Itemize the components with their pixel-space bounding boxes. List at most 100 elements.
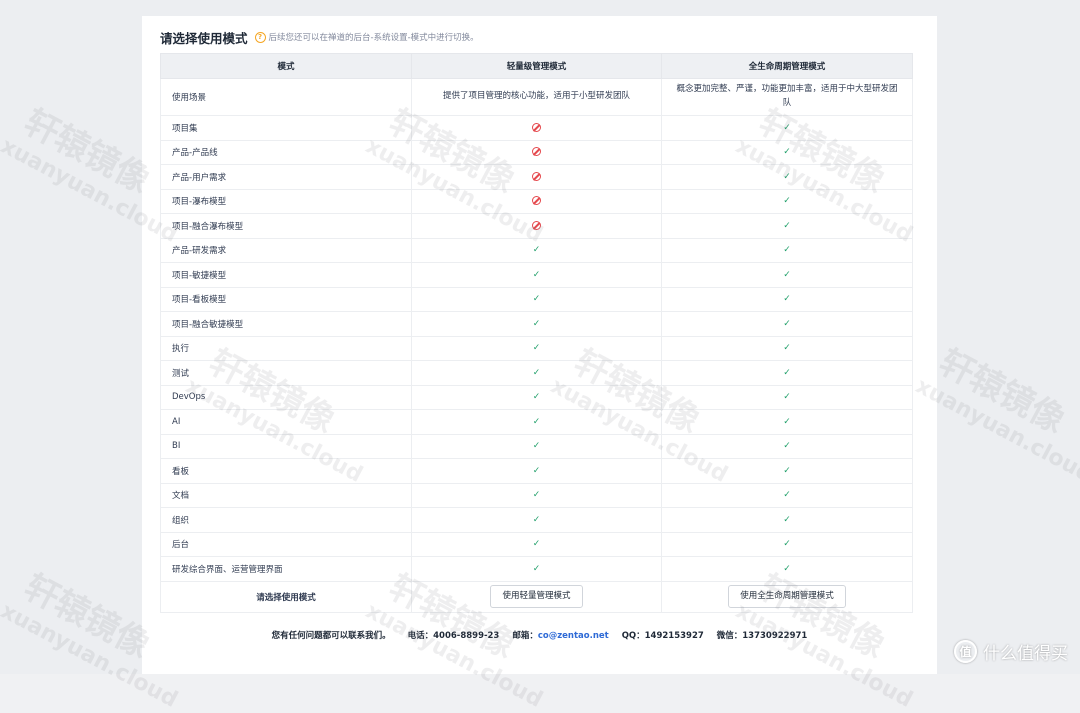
- feature-name: BI: [160, 433, 412, 459]
- light-support-cell: ✓: [411, 311, 662, 337]
- table-row: 产品-产品线 ✓: [160, 139, 913, 165]
- check-icon: ✓: [532, 441, 541, 452]
- table-row: 文档 ✓ ✓: [160, 482, 913, 508]
- check-icon: ✓: [532, 343, 541, 354]
- contact-info: 您有任何问题都可以联系我们。 电话：4006-8899-23 邮箱：co@zen…: [142, 629, 937, 641]
- light-support-cell: ✓: [411, 286, 662, 312]
- check-icon: ✓: [783, 392, 791, 403]
- check-icon: ✓: [532, 490, 541, 501]
- watermark: 轩辕镜像xuanyuan.cloud: [911, 342, 1080, 488]
- check-icon: ✓: [532, 465, 541, 476]
- page-title: 请选择使用模式: [160, 30, 248, 46]
- scene-label: 使用场景: [160, 78, 412, 116]
- table-row: 项目-看板模型 ✓ ✓: [160, 286, 913, 312]
- check-icon: ✓: [532, 294, 541, 305]
- site-logo-text: 什么值得买: [983, 644, 1068, 664]
- check-icon: ✓: [783, 514, 791, 525]
- table-row: 项目-融合瀑布模型 ✓: [160, 213, 913, 239]
- light-support-cell: ✓: [411, 237, 662, 263]
- check-icon: ✓: [783, 147, 791, 158]
- table-row: AI ✓ ✓: [160, 409, 913, 435]
- check-icon: ✓: [532, 367, 541, 378]
- full-support-cell: ✓: [661, 115, 913, 141]
- full-support-cell: ✓: [661, 482, 913, 508]
- feature-name: 产品-产品线: [160, 139, 412, 165]
- light-support-cell: ✓: [411, 507, 662, 533]
- light-support-cell: ✓: [411, 556, 662, 582]
- full-support-cell: ✓: [661, 360, 913, 386]
- feature-name: 产品-研发需求: [160, 237, 412, 263]
- light-support-cell: [411, 188, 662, 214]
- feature-name: AI: [160, 409, 412, 435]
- table-row: 研发综合界面、运营管理界面 ✓ ✓: [160, 556, 913, 582]
- check-icon: ✓: [783, 539, 791, 550]
- feature-name: 文档: [160, 482, 412, 508]
- table-row: 项目-瀑布模型 ✓: [160, 188, 913, 214]
- full-support-cell: ✓: [661, 507, 913, 533]
- check-icon: ✓: [532, 563, 541, 574]
- check-icon: ✓: [532, 416, 541, 427]
- check-icon: ✓: [532, 514, 541, 525]
- not-supported-icon: [532, 147, 541, 157]
- check-icon: ✓: [783, 171, 791, 182]
- full-support-cell: ✓: [661, 409, 913, 435]
- light-support-cell: ✓: [411, 384, 662, 410]
- check-icon: ✓: [783, 196, 791, 207]
- footer-light-cell: 使用轻量管理模式: [411, 580, 662, 613]
- check-icon: ✓: [783, 294, 791, 305]
- feature-name: 测试: [160, 360, 412, 386]
- feature-name: 项目-融合敏捷模型: [160, 311, 412, 337]
- feature-name: 执行: [160, 335, 412, 361]
- full-support-cell: ✓: [661, 458, 913, 484]
- feature-name: 产品-用户需求: [160, 164, 412, 190]
- not-supported-icon: [532, 196, 541, 206]
- light-support-cell: ✓: [411, 262, 662, 288]
- check-icon: ✓: [532, 318, 541, 329]
- use-full-mode-button[interactable]: 使用全生命周期管理模式: [728, 585, 846, 608]
- table-row: 测试 ✓ ✓: [160, 360, 913, 386]
- feature-name: 后台: [160, 531, 412, 557]
- full-support-cell: ✓: [661, 531, 913, 557]
- not-supported-icon: [532, 122, 541, 132]
- check-icon: ✓: [532, 269, 541, 280]
- table-row: DevOps ✓ ✓: [160, 384, 913, 410]
- full-support-cell: ✓: [661, 164, 913, 190]
- table-row: 项目-融合敏捷模型 ✓ ✓: [160, 311, 913, 337]
- feature-name: 看板: [160, 458, 412, 484]
- site-logo-icon: 值: [954, 640, 977, 663]
- table-row: 组织 ✓ ✓: [160, 507, 913, 533]
- check-icon: ✓: [783, 441, 791, 452]
- feature-name: 项目-瀑布模型: [160, 188, 412, 214]
- light-support-cell: ✓: [411, 433, 662, 459]
- table-row: 看板 ✓ ✓: [160, 458, 913, 484]
- full-support-cell: ✓: [661, 237, 913, 263]
- full-support-cell: ✓: [661, 433, 913, 459]
- feature-name: 项目-看板模型: [160, 286, 412, 312]
- check-icon: ✓: [783, 122, 791, 133]
- scene-light-desc: 提供了项目管理的核心功能，适用于小型研发团队: [411, 78, 662, 116]
- light-support-cell: ✓: [411, 531, 662, 557]
- full-support-cell: ✓: [661, 262, 913, 288]
- not-supported-icon: [532, 171, 541, 181]
- feature-name: 项目-敏捷模型: [160, 262, 412, 288]
- mode-comparison-table: 模式 轻量级管理模式 全生命周期管理模式 使用场景 提供了项目管理的核心功能，适…: [160, 53, 913, 613]
- table-header-row: 模式 轻量级管理模式 全生命周期管理模式: [160, 53, 913, 79]
- check-icon: ✓: [783, 416, 791, 427]
- check-icon: ✓: [783, 563, 791, 574]
- use-light-mode-button[interactable]: 使用轻量管理模式: [490, 585, 583, 608]
- contact-email-link[interactable]: co@zentao.net: [538, 631, 609, 641]
- check-icon: ✓: [532, 539, 541, 550]
- contact-phone: 电话：4006-8899-23: [407, 631, 500, 641]
- column-header-full: 全生命周期管理模式: [661, 53, 913, 79]
- info-icon: ?: [254, 31, 266, 43]
- page-background: 请选择使用模式 ? 后续您还可以在禅道的后台-系统设置-模式中进行切换。 模式 …: [0, 0, 1080, 713]
- feature-name: 组织: [160, 507, 412, 533]
- full-support-cell: ✓: [661, 213, 913, 239]
- full-support-cell: ✓: [661, 286, 913, 312]
- full-support-cell: ✓: [661, 139, 913, 165]
- check-icon: ✓: [783, 318, 791, 329]
- check-icon: ✓: [783, 269, 791, 280]
- check-icon: ✓: [783, 367, 791, 378]
- check-icon: ✓: [783, 245, 791, 256]
- site-logo: 值 什么值得买: [954, 639, 1068, 664]
